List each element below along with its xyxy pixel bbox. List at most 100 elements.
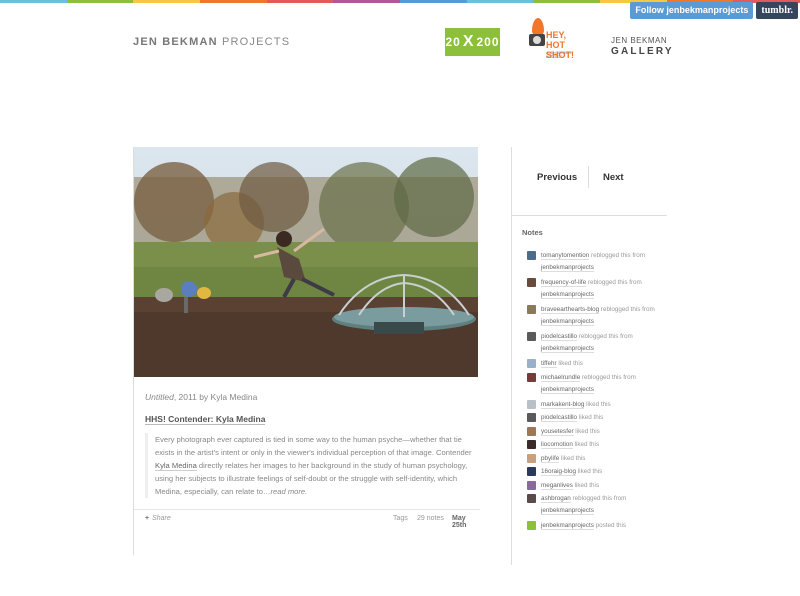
note-user-link[interactable]: michaelrundle <box>541 373 581 382</box>
gallery-line2: GALLERY <box>611 46 674 57</box>
stripe-segment <box>533 0 601 3</box>
gallery-line1: JEN BEKMAN <box>611 36 668 45</box>
nav-rule <box>512 215 667 216</box>
notes-list: tomanytomention reblogged this from jenb… <box>527 250 667 534</box>
note-user-link[interactable]: 16oraig-blog <box>541 468 577 476</box>
note-action: liked this <box>577 414 604 421</box>
site-title[interactable]: JEN BEKMAN PROJECTS <box>133 36 290 48</box>
note-user-link[interactable]: jenbekmanprojects <box>541 522 594 530</box>
avatar[interactable] <box>527 305 536 314</box>
note-source-link[interactable]: jenbekmanprojects <box>541 264 594 272</box>
stripe-segment <box>66 0 134 3</box>
post-date[interactable]: May 25th <box>452 515 480 529</box>
note-user-link[interactable]: liocomotion <box>541 441 573 449</box>
note-user-link[interactable]: braveearthearts-blog <box>541 306 600 314</box>
avatar[interactable] <box>527 426 536 436</box>
next-button[interactable]: Next <box>603 172 624 183</box>
note-action: liked this <box>572 481 600 489</box>
avatar[interactable] <box>527 359 536 368</box>
note-action: liked this <box>572 441 600 448</box>
note-item: tiffehr liked this <box>527 358 667 372</box>
post-footer: + Share Tags 29 notes May 25th <box>134 509 480 529</box>
avatar[interactable] <box>527 453 536 463</box>
note-source-link[interactable]: jenbekmanprojects <box>541 345 594 353</box>
note-action: liked this <box>573 427 600 435</box>
stripe-segment <box>266 0 334 3</box>
tags-link[interactable]: Tags <box>393 515 408 522</box>
photo-caption: Untitled, 2011 by Kyla Medina <box>145 392 257 402</box>
note-source-link[interactable]: jenbekmanprojects <box>541 291 594 299</box>
note-user-link[interactable]: ashbrogan <box>541 495 571 503</box>
stripe-segment <box>0 0 67 3</box>
stripe-segment <box>333 0 401 3</box>
avatar[interactable] <box>527 372 536 382</box>
note-user-link[interactable]: tomanytomention <box>541 252 590 260</box>
post-body-text-2: directly relates her images to her backg… <box>155 461 468 496</box>
note-user-link[interactable]: yousetesfer <box>541 427 574 436</box>
note-user-link[interactable]: tiffehr <box>541 360 557 368</box>
note-item: ashbrogan reblogged this from jenbekmanp… <box>527 493 667 520</box>
note-user-link[interactable]: meganlives <box>541 481 573 490</box>
twenty-x-x: X <box>462 33 475 50</box>
share-label: Share <box>152 515 171 522</box>
notes-count-link[interactable]: 29 notes <box>417 515 444 522</box>
note-action: reblogged this from <box>570 495 627 502</box>
avatar[interactable] <box>527 467 536 476</box>
note-item: yousetesfer liked this <box>527 426 667 440</box>
note-user-link[interactable]: frequency-of-life <box>541 279 587 287</box>
note-item: piodelcastillo liked this <box>527 412 667 426</box>
tumblr-controls: Follow jenbekmanprojects tumblr. <box>630 2 798 19</box>
caption-title: Untitled <box>145 392 174 402</box>
avatar[interactable] <box>527 399 536 409</box>
note-user-link[interactable]: markakent-blog <box>541 400 585 409</box>
avatar[interactable] <box>527 440 536 449</box>
note-action: posted this <box>593 522 627 529</box>
note-item: 16oraig-blog liked this <box>527 466 667 480</box>
post-photo[interactable] <box>134 147 478 377</box>
note-item: michaelrundle reblogged this from jenbek… <box>527 372 667 399</box>
avatar[interactable] <box>527 278 536 287</box>
note-action: liked this <box>556 360 583 367</box>
tumblr-logo-button[interactable]: tumblr. <box>756 2 798 19</box>
note-user-link[interactable]: pbylife <box>541 454 560 463</box>
note-item: meganlives liked this <box>527 480 667 494</box>
note-source-link[interactable]: jenbekmanprojects <box>541 385 594 394</box>
note-action: reblogged this from <box>589 252 645 259</box>
read-more-link[interactable]: read more. <box>271 487 308 496</box>
avatar[interactable] <box>527 332 536 341</box>
previous-button[interactable]: Previous <box>537 172 577 183</box>
jen-bekman-gallery-logo[interactable]: JEN BEKMAN GALLERY <box>611 35 674 57</box>
hhs-sub: A JEN BEKMAN PROJECT <box>546 51 572 59</box>
follow-button[interactable]: Follow jenbekmanprojects <box>630 2 754 19</box>
note-source-link[interactable]: jenbekmanprojects <box>541 318 594 326</box>
post-body: Every photograph ever captured is tied i… <box>145 433 480 498</box>
note-action: reblogged this from <box>599 306 655 313</box>
avatar[interactable] <box>527 251 536 260</box>
stripe-segment <box>466 0 534 3</box>
note-user-link[interactable]: piodelcastillo <box>541 333 578 341</box>
sidebar-divider <box>511 147 512 565</box>
stripe-segment <box>133 0 201 3</box>
note-action: liked this <box>559 454 586 462</box>
twenty-x-sub: A JEN BEKMAN PROJECT <box>451 51 494 55</box>
note-item: markakent-blog liked this <box>527 399 667 413</box>
note-action: reblogged this from <box>586 279 642 286</box>
photo-illustration <box>134 147 478 377</box>
note-user-link[interactable]: piodelcastillo <box>541 414 578 422</box>
note-item: pbylife liked this <box>527 453 667 467</box>
camera-icon <box>529 34 545 46</box>
avatar[interactable] <box>527 494 536 503</box>
site-title-rest: PROJECTS <box>217 36 291 48</box>
avatar[interactable] <box>527 521 536 530</box>
post-heading-link[interactable]: HHS! Contender: Kyla Medina <box>145 414 266 425</box>
note-action: reblogged this from <box>580 373 636 381</box>
note-source-link[interactable]: jenbekmanprojects <box>541 507 594 515</box>
hey-hot-shot-logo[interactable]: HEY, HOT SHOT! A JEN BEKMAN PROJECT <box>527 18 587 60</box>
avatar[interactable] <box>527 413 536 422</box>
note-item: tomanytomention reblogged this from jenb… <box>527 250 667 277</box>
note-item: braveearthearts-blog reblogged this from… <box>527 304 667 331</box>
twenty-x-right: 200 <box>476 35 500 49</box>
avatar[interactable] <box>527 480 536 490</box>
artist-link[interactable]: Kyla Medina <box>155 461 197 471</box>
share-button[interactable]: + Share <box>145 515 171 522</box>
